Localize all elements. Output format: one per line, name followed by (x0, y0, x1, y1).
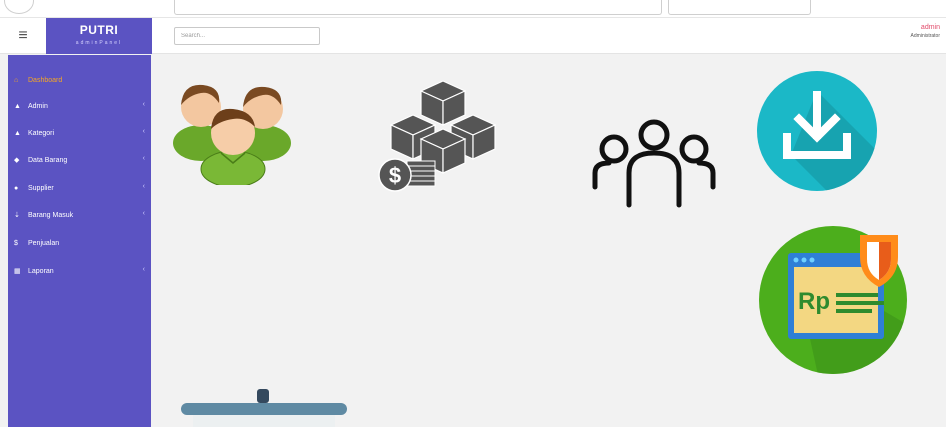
sidebar-item-label: Kategori (28, 129, 55, 137)
sidebar-item-label: Admin (28, 102, 48, 110)
chevron-left-icon: ‹ (142, 128, 145, 135)
hamburger-icon: ≡ (18, 27, 28, 44)
bucket-icon[interactable] (179, 389, 349, 427)
chevron-left-icon: ‹ (142, 210, 145, 217)
sidebar-item-barang-masuk[interactable]: ⇣ Barang Masuk ‹ (8, 206, 151, 224)
book-icon: ▦ (14, 268, 21, 275)
user-icon: ▲ (14, 102, 21, 110)
dashboard-main: $ Rp (151, 55, 946, 427)
brand-subtitle: adminPanel (75, 40, 123, 46)
sidebar-item-data-barang[interactable]: ◆ Data Barang ‹ (8, 151, 151, 169)
home-icon: ⌂ (14, 76, 19, 84)
chevron-left-icon: ‹ (142, 155, 145, 162)
sidebar-item-label: Laporan (28, 267, 54, 275)
sidebar-item-label: Penjualan (28, 239, 60, 247)
search-input[interactable] (174, 27, 320, 45)
sidebar: ⌂ Dashboard ▲ Admin ‹ ▲ Kategori ‹ ◆ Dat… (8, 55, 151, 427)
sidebar-item-supplier[interactable]: ● Supplier ‹ (8, 179, 151, 197)
browser-address-bar (174, 0, 662, 15)
brand-title: PUTRI (79, 23, 119, 37)
sidebar-item-label: Dashboard (28, 76, 63, 84)
user-name: admin (920, 24, 940, 31)
chevron-left-icon: ‹ (142, 101, 145, 108)
brand-logo[interactable]: PUTRI adminPanel (46, 18, 152, 54)
dollar-icon: $ (14, 239, 18, 247)
sidebar-item-penjualan[interactable]: $ Penjualan (8, 234, 151, 252)
user-menu[interactable]: admin Administrator (911, 24, 940, 39)
user-role: Administrator (910, 33, 940, 39)
menu-toggle-button[interactable]: ≡ (0, 18, 46, 54)
download-icon: ⇣ (14, 212, 20, 219)
app-root: ≡ PUTRI adminPanel admin Administrator ⌂… (0, 0, 946, 427)
svg-text:$: $ (389, 163, 401, 188)
sidebar-item-kategori[interactable]: ▲ Kategori ‹ (8, 124, 151, 142)
svg-text:Rp: Rp (798, 288, 830, 315)
rupiah-payment-icon[interactable]: Rp (758, 205, 908, 375)
sidebar-item-admin[interactable]: ▲ Admin ‹ (8, 97, 151, 115)
top-header: ≡ PUTRI adminPanel admin Administrator (0, 18, 946, 54)
sidebar-item-label: Barang Masuk (28, 211, 74, 219)
browser-secondary-bar (668, 0, 811, 15)
users-icon: ● (14, 184, 19, 192)
sidebar-item-label: Data Barang (28, 156, 68, 164)
chevron-left-icon: ‹ (142, 183, 145, 190)
sidebar-item-label: Supplier (28, 184, 54, 192)
user-icon: ▲ (14, 129, 21, 137)
tag-icon: ◆ (14, 157, 20, 164)
boxes-money-icon[interactable]: $ (373, 79, 513, 195)
sidebar-item-laporan[interactable]: ▦ Laporan ‹ (8, 262, 151, 280)
download-circle-icon[interactable] (757, 71, 877, 191)
browser-circle-button (4, 0, 34, 14)
people-outline-icon[interactable] (589, 117, 719, 209)
sidebar-item-dashboard[interactable]: ⌂ Dashboard (8, 71, 151, 89)
chevron-left-icon: ‹ (142, 266, 145, 273)
browser-chrome-remnant (0, 0, 946, 18)
user-group-icon[interactable] (171, 77, 295, 185)
